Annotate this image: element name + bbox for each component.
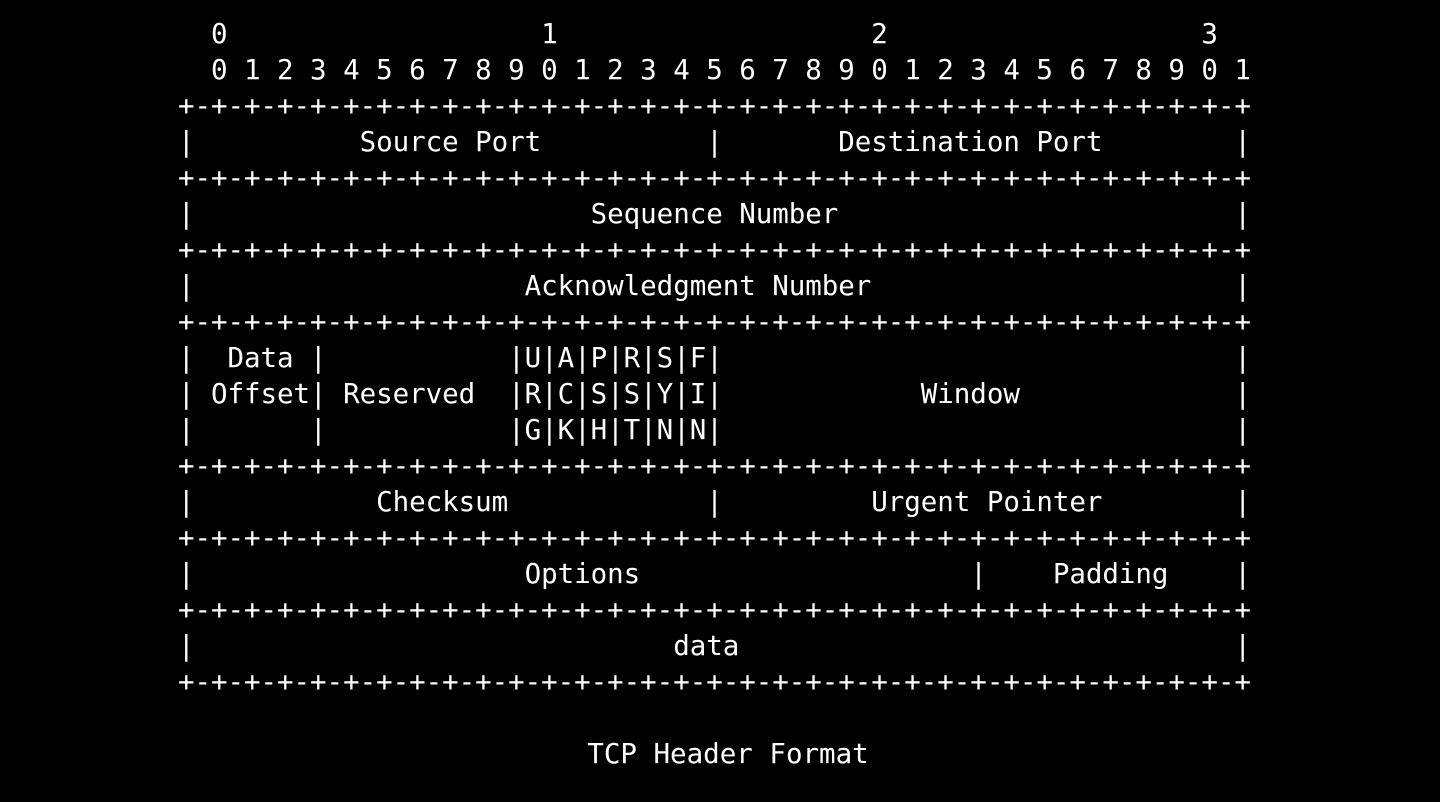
separator-row: +-+-+-+-+-+-+-+-+-+-+-+-+-+-+-+-+-+-+-+-… xyxy=(178,306,1251,338)
diagram-caption: TCP Header Format xyxy=(587,738,869,770)
separator-row: +-+-+-+-+-+-+-+-+-+-+-+-+-+-+-+-+-+-+-+-… xyxy=(178,666,1251,698)
row-data: | data | xyxy=(178,630,1251,662)
separator-row: +-+-+-+-+-+-+-+-+-+-+-+-+-+-+-+-+-+-+-+-… xyxy=(178,450,1251,482)
bit-ruler-tens: 0 1 2 3 xyxy=(178,18,1218,50)
row-acknowledgment-number: | Acknowledgment Number | xyxy=(178,270,1251,302)
row-checksum-urgent-pointer: | Checksum | Urgent Pointer | xyxy=(178,486,1251,518)
row-options-padding: | Options | Padding | xyxy=(178,558,1251,590)
row-flags-line-2-window: | Offset| Reserved |R|C|S|S|Y|I| Window … xyxy=(178,378,1251,410)
separator-row: +-+-+-+-+-+-+-+-+-+-+-+-+-+-+-+-+-+-+-+-… xyxy=(178,234,1251,266)
separator-row: +-+-+-+-+-+-+-+-+-+-+-+-+-+-+-+-+-+-+-+-… xyxy=(178,594,1251,626)
separator-row: +-+-+-+-+-+-+-+-+-+-+-+-+-+-+-+-+-+-+-+-… xyxy=(178,522,1251,554)
row-flags-line-3: | | |G|K|H|T|N|N| | xyxy=(178,414,1251,446)
separator-row: +-+-+-+-+-+-+-+-+-+-+-+-+-+-+-+-+-+-+-+-… xyxy=(178,90,1251,122)
separator-row: +-+-+-+-+-+-+-+-+-+-+-+-+-+-+-+-+-+-+-+-… xyxy=(178,162,1251,194)
tcp-header-diagram: 0 1 2 3 0 1 2 3 4 5 6 7 8 9 0 1 2 3 4 5 … xyxy=(178,16,1251,700)
bit-ruler-units: 0 1 2 3 4 5 6 7 8 9 0 1 2 3 4 5 6 7 8 9 … xyxy=(178,54,1251,86)
row-flags-line-1: | Data | |U|A|P|R|S|F| | xyxy=(178,342,1251,374)
row-source-destination-port: | Source Port | Destination Port | xyxy=(178,126,1251,158)
row-sequence-number: | Sequence Number | xyxy=(178,198,1251,230)
